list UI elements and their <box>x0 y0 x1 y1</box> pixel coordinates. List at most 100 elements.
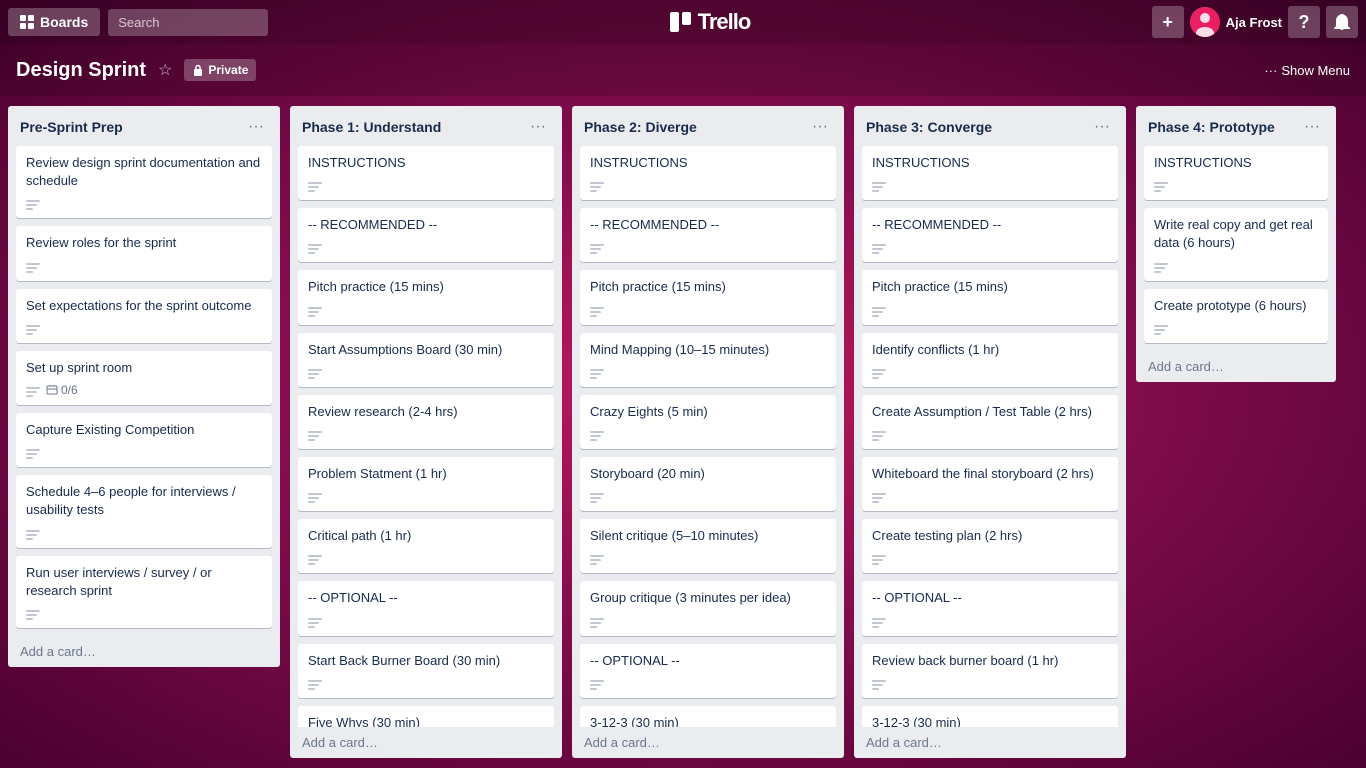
table-row[interactable]: Problem Statment (1 hr) <box>298 457 554 511</box>
table-row[interactable]: Review roles for the sprint <box>16 226 272 280</box>
table-row[interactable]: INSTRUCTIONS <box>862 146 1118 200</box>
table-row[interactable]: Review research (2-4 hrs) <box>298 395 554 449</box>
lines-icon <box>308 680 322 690</box>
trello-logo: Trello <box>670 9 751 35</box>
help-button[interactable]: ? <box>1288 6 1320 38</box>
card-title: INSTRUCTIONS <box>872 154 1108 172</box>
card-title: INSTRUCTIONS <box>590 154 826 172</box>
notifications-button[interactable] <box>1326 6 1358 38</box>
show-menu-button[interactable]: ··· Show Menu <box>1264 63 1350 78</box>
table-row[interactable]: INSTRUCTIONS <box>1144 146 1328 200</box>
table-row[interactable]: Create testing plan (2 hrs) <box>862 519 1118 573</box>
table-row[interactable]: Critical path (1 hr) <box>298 519 554 573</box>
card-title: Five Whys (30 min) <box>308 714 544 727</box>
lines-icon <box>308 182 322 192</box>
card-meta <box>308 240 544 254</box>
privacy-button[interactable]: Private <box>184 59 256 81</box>
table-row[interactable]: Set expectations for the sprint outcome <box>16 289 272 343</box>
card-title: Start Back Burner Board (30 min) <box>308 652 544 670</box>
star-button[interactable]: ☆ <box>158 60 172 80</box>
card-meta <box>26 259 262 273</box>
table-row[interactable]: Whiteboard the final storyboard (2 hrs) <box>862 457 1118 511</box>
table-row[interactable]: -- OPTIONAL -- <box>862 581 1118 635</box>
board-header-right: ··· Show Menu <box>1264 63 1350 78</box>
table-row[interactable]: -- RECOMMENDED -- <box>580 208 836 262</box>
card-meta <box>308 365 544 379</box>
table-row[interactable]: Identify conflicts (1 hr) <box>862 333 1118 387</box>
table-row[interactable]: Five Whys (30 min) <box>298 706 554 727</box>
list-phase3: Phase 3: Converge ··· INSTRUCTIONS -- RECOM… <box>854 106 1126 758</box>
boards-button[interactable]: Boards <box>8 8 100 36</box>
user-profile-button[interactable]: Aja Frost <box>1190 7 1282 37</box>
grid-icon <box>20 15 34 29</box>
table-row[interactable]: Review back burner board (1 hr) <box>862 644 1118 698</box>
lines-icon <box>590 618 604 628</box>
table-row[interactable]: Mind Mapping (10–15 minutes) <box>580 333 836 387</box>
add-card-button-phase2[interactable]: Add a card… <box>572 727 844 758</box>
card-meta <box>26 526 262 540</box>
search-input[interactable] <box>108 9 268 36</box>
card-meta <box>872 676 1108 690</box>
lines-icon <box>308 369 322 379</box>
table-row[interactable]: Capture Existing Competition <box>16 413 272 467</box>
card-meta <box>872 427 1108 441</box>
card-title: -- RECOMMENDED -- <box>590 216 826 234</box>
add-card-button-phase3[interactable]: Add a card… <box>854 727 1126 758</box>
table-row[interactable]: Create prototype (6 hours) <box>1144 289 1328 343</box>
table-row[interactable]: Pitch practice (15 mins) <box>862 270 1118 324</box>
add-card-button-phase4[interactable]: Add a card… <box>1136 351 1336 382</box>
card-title: -- OPTIONAL -- <box>872 589 1108 607</box>
list-header-phase1: Phase 1: Understand··· <box>290 106 562 146</box>
table-row[interactable]: INSTRUCTIONS <box>298 146 554 200</box>
table-row[interactable]: Run user interviews / survey / or resear… <box>16 556 272 628</box>
card-meta <box>590 676 826 690</box>
show-menu-dots: ··· <box>1264 63 1277 78</box>
table-row[interactable]: Review design sprint documentation and s… <box>16 146 272 218</box>
table-row[interactable]: -- OPTIONAL -- <box>580 644 836 698</box>
card-title: Pitch practice (15 mins) <box>308 278 544 296</box>
add-button[interactable]: + <box>1152 6 1184 38</box>
lines-icon <box>1154 263 1168 273</box>
card-meta <box>590 489 826 503</box>
table-row[interactable]: 3-12-3 (30 min) <box>862 706 1118 727</box>
table-row[interactable]: 3-12-3 (30 min) <box>580 706 836 727</box>
table-row[interactable]: Write real copy and get real data (6 hou… <box>1144 208 1328 280</box>
avatar <box>1190 7 1220 37</box>
list-menu-button-phase4[interactable]: ··· <box>1300 116 1324 138</box>
lines-icon <box>590 680 604 690</box>
table-row[interactable]: Pitch practice (15 mins) <box>580 270 836 324</box>
table-row[interactable]: Crazy Eights (5 min) <box>580 395 836 449</box>
table-row[interactable]: Schedule 4–6 people for interviews / usa… <box>16 475 272 547</box>
add-card-button-phase1[interactable]: Add a card… <box>290 727 562 758</box>
list-cards-phase1: INSTRUCTIONS -- RECOMMENDED -- Pitch pract… <box>290 146 562 727</box>
card-title: Review roles for the sprint <box>26 234 262 252</box>
lines-icon <box>590 555 604 565</box>
table-row[interactable]: INSTRUCTIONS <box>580 146 836 200</box>
table-row[interactable]: -- RECOMMENDED -- <box>298 208 554 262</box>
list-title-phase3: Phase 3: Converge <box>866 119 992 135</box>
table-row[interactable]: Pitch practice (15 mins) <box>298 270 554 324</box>
table-row[interactable]: Start Back Burner Board (30 min) <box>298 644 554 698</box>
table-row[interactable]: -- RECOMMENDED -- <box>862 208 1118 262</box>
table-row[interactable]: -- OPTIONAL -- <box>298 581 554 635</box>
add-card-button-pre-sprint[interactable]: Add a card… <box>8 636 280 667</box>
list-menu-button-pre-sprint[interactable]: ··· <box>244 116 268 138</box>
table-row[interactable]: Create Assumption / Test Table (2 hrs) <box>862 395 1118 449</box>
lines-icon <box>872 431 886 441</box>
list-menu-button-phase1[interactable]: ··· <box>526 116 550 138</box>
lines-icon <box>872 555 886 565</box>
lines-icon <box>590 369 604 379</box>
table-row[interactable]: Set up sprint room 0/6 <box>16 351 272 405</box>
table-row[interactable]: Storyboard (20 min) <box>580 457 836 511</box>
table-row[interactable]: Silent critique (5–10 minutes) <box>580 519 836 573</box>
table-row[interactable]: Start Assumptions Board (30 min) <box>298 333 554 387</box>
card-meta: 0/6 <box>26 383 262 397</box>
card-meta <box>872 178 1108 192</box>
list-menu-button-phase3[interactable]: ··· <box>1090 116 1114 138</box>
lines-icon <box>26 449 40 459</box>
card-badge: 0/6 <box>46 383 78 397</box>
card-title: Create testing plan (2 hrs) <box>872 527 1108 545</box>
table-row[interactable]: Group critique (3 minutes per idea) <box>580 581 836 635</box>
list-menu-button-phase2[interactable]: ··· <box>808 116 832 138</box>
lock-icon <box>192 64 204 76</box>
